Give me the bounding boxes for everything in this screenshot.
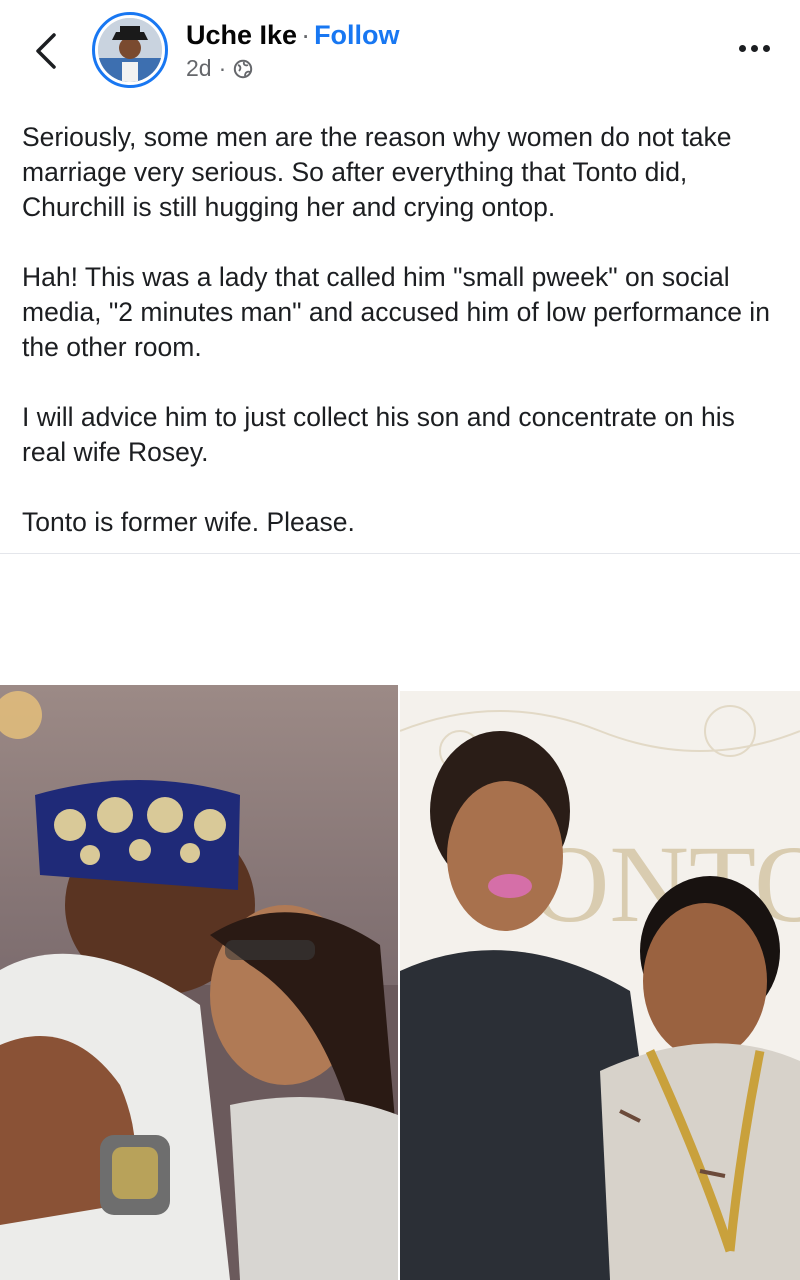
chevron-left-icon: [36, 33, 56, 69]
left-photo[interactable]: [0, 685, 398, 1280]
post-paragraph: I will advice him to just collect his so…: [22, 402, 735, 467]
post-paragraph: Seriously, some men are the reason why w…: [22, 122, 732, 222]
author-name[interactable]: Uche Ike: [186, 20, 297, 50]
back-button[interactable]: [26, 26, 66, 76]
post-paragraph: Hah! This was a lady that called him "sm…: [22, 262, 770, 362]
avatar-image: [98, 18, 162, 82]
right-photo[interactable]: ONTO: [400, 691, 800, 1280]
more-options-button[interactable]: [732, 30, 776, 66]
more-horizontal-icon: [738, 44, 746, 52]
meta-separator: ·: [218, 55, 227, 81]
post-body: Seriously, some men are the reason why w…: [22, 120, 782, 575]
divider: [0, 553, 800, 554]
post-header: Uche Ike · Follow 2d ·: [0, 0, 800, 104]
globe-icon: [234, 59, 253, 78]
post-media[interactable]: ONTO: [0, 685, 800, 1280]
author-line: Uche Ike · Follow: [186, 18, 400, 52]
follow-button[interactable]: Follow: [314, 20, 399, 50]
name-separator: ·: [301, 20, 311, 50]
post-time[interactable]: 2d: [186, 55, 212, 82]
post-paragraph: Tonto is former wife. Please.: [22, 507, 355, 537]
post-meta: 2d ·: [186, 55, 253, 82]
author-avatar[interactable]: [92, 12, 168, 88]
